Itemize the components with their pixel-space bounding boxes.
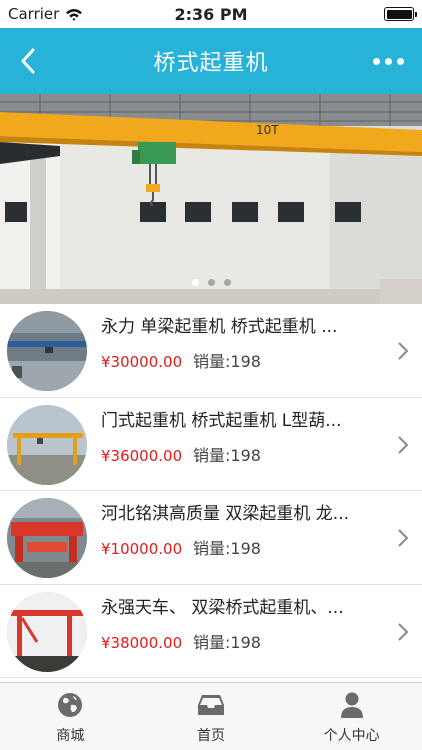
- product-price: ¥36000.00: [101, 446, 183, 465]
- carousel-indicator[interactable]: [0, 279, 422, 286]
- person-icon: [338, 691, 366, 719]
- tab-bar: 商城 首页 个人中心: [0, 682, 422, 750]
- inbox-icon: [197, 691, 225, 719]
- banner-carousel[interactable]: 10T: [0, 94, 422, 304]
- tab-label: 商城: [56, 728, 85, 744]
- wifi-icon: [66, 8, 83, 21]
- product-price: ¥10000.00: [101, 540, 183, 558]
- chevron-right-icon: [398, 529, 409, 547]
- product-price: ¥38000.00: [101, 633, 183, 652]
- product-meta: ¥36000.00 销量:198: [101, 444, 381, 468]
- tab-mall[interactable]: 商城: [0, 683, 141, 750]
- product-item[interactable]: 门式起重机 桥式起重机 L型葫... ¥36000.00 销量:198: [0, 398, 422, 491]
- product-list: 永力 单梁起重机 桥式起重机 ... ¥30000.00 销量:198 门式起重…: [0, 304, 422, 682]
- product-item[interactable]: 永力 单梁起重机 桥式起重机 ... ¥30000.00 销量:198: [0, 304, 422, 398]
- status-bar: Carrier 2:36 PM: [0, 0, 422, 28]
- more-button[interactable]: [368, 46, 408, 76]
- product-name: 永力 单梁起重机 桥式起重机 ...: [101, 317, 338, 337]
- tab-label: 首页: [197, 728, 225, 744]
- battery-icon: [384, 7, 417, 21]
- product-meta: ¥10000.00 销量:198: [101, 537, 381, 561]
- back-button[interactable]: [14, 46, 42, 76]
- carousel-dot[interactable]: [207, 279, 215, 286]
- product-info: 永强天车、 双梁桥式起重机、... ¥38000.00 销量:198: [101, 595, 381, 655]
- product-info: 永力 单梁起重机 桥式起重机 ... ¥30000.00 销量:198: [101, 314, 381, 374]
- product-sales: 销量:198: [193, 539, 261, 558]
- product-price: ¥30000.00: [101, 353, 183, 371]
- product-sales: 销量:198: [193, 445, 261, 465]
- product-meta: ¥30000.00 销量:198: [101, 350, 381, 374]
- product-info: 河北铭淇高质量 双梁起重机 龙... ¥10000.00 销量:198: [101, 501, 381, 561]
- product-thumbnail: [7, 498, 87, 578]
- chevron-left-icon: [21, 48, 35, 74]
- page-title: 桥式起重机: [153, 51, 269, 76]
- carousel-dot[interactable]: [223, 279, 231, 286]
- tab-home[interactable]: 首页: [141, 683, 282, 750]
- globe-icon: [56, 691, 84, 719]
- carrier-label: Carrier: [8, 5, 60, 23]
- product-thumbnail: [7, 404, 87, 485]
- chevron-right-icon: [398, 435, 409, 454]
- product-name: 门式起重机 桥式起重机 L型葫...: [101, 410, 342, 431]
- product-name: 永强天车、 双梁桥式起重机、...: [101, 597, 344, 618]
- crane-capacity-label: 10T: [256, 123, 279, 137]
- tab-profile[interactable]: 个人中心: [281, 683, 422, 750]
- nav-bar: 桥式起重机: [0, 28, 422, 94]
- banner-image: 10T: [0, 94, 422, 304]
- product-item[interactable]: 河北铭淇高质量 双梁起重机 龙... ¥10000.00 销量:198: [0, 491, 422, 585]
- product-info: 门式起重机 桥式起重机 L型葫... ¥36000.00 销量:198: [101, 408, 381, 468]
- tab-label: 个人中心: [323, 728, 380, 744]
- chevron-right-icon: [398, 342, 409, 360]
- carousel-dot[interactable]: [191, 279, 199, 286]
- product-item[interactable]: 永强天车、 双梁桥式起重机、... ¥38000.00 销量:198: [0, 585, 422, 678]
- more-dots-icon: [372, 57, 380, 65]
- chevron-right-icon: [398, 622, 409, 641]
- product-name: 河北铭淇高质量 双梁起重机 龙...: [101, 504, 350, 524]
- product-sales: 销量:198: [193, 632, 261, 652]
- status-left: Carrier: [8, 5, 83, 23]
- product-sales: 销量:198: [193, 352, 261, 371]
- product-thumbnail: [7, 311, 87, 391]
- product-meta: ¥38000.00 销量:198: [101, 631, 381, 655]
- product-thumbnail: [7, 591, 87, 672]
